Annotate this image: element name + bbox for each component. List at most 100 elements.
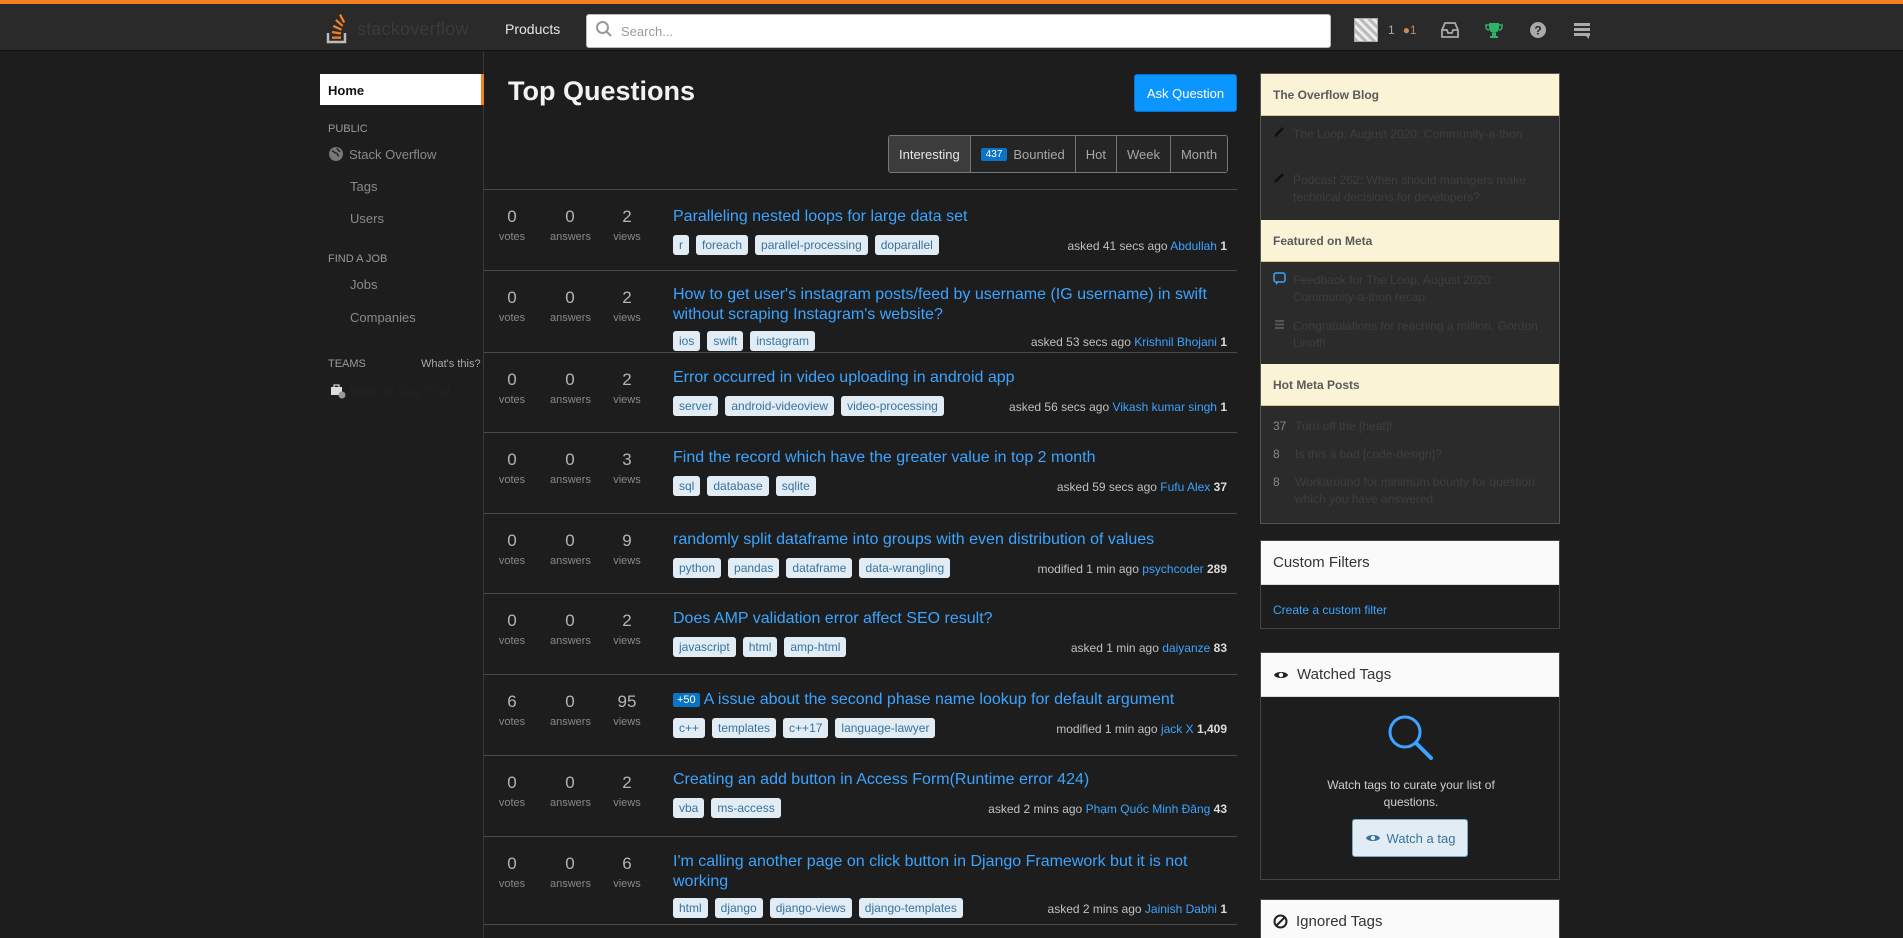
sidebar-item-tags[interactable]: Tags <box>350 179 377 194</box>
user-link[interactable]: Krishnil Bhojani <box>1134 335 1217 349</box>
question-title-link[interactable]: randomly split dataframe into groups wit… <box>673 530 1233 550</box>
user-link[interactable]: daiyanze <box>1162 641 1210 655</box>
answers-number: 0 <box>565 531 575 550</box>
question-tag[interactable]: r <box>673 235 689 255</box>
question-tag[interactable]: doparallel <box>874 235 939 255</box>
activity-time: asked 56 secs ago <box>1009 400 1110 414</box>
question-title-link[interactable]: +50 A issue about the second phase name l… <box>673 690 1233 710</box>
views-label: views <box>613 797 641 809</box>
user-link[interactable]: Fufu Alex <box>1160 480 1210 494</box>
help-icon[interactable]: ? <box>1527 19 1549 41</box>
meta-post-title: Congratulations for reaching a million, … <box>1293 319 1538 350</box>
views-label: views <box>613 878 641 890</box>
watch-a-tag-button[interactable]: Watch a tag <box>1352 819 1468 857</box>
user-link[interactable]: Jainish Dabhi <box>1145 902 1217 916</box>
question-tag[interactable]: ios <box>673 331 701 351</box>
sidebar-item-stack-overflow[interactable]: Stack Overflow <box>328 146 436 162</box>
question-tag[interactable]: html <box>742 637 778 657</box>
question-tag[interactable]: database <box>707 476 769 496</box>
question-tag[interactable]: parallel-processing <box>755 235 868 255</box>
question-tag[interactable]: django-templates <box>858 898 963 918</box>
create-custom-filter-link[interactable]: Create a custom filter <box>1273 603 1387 617</box>
question-tags: vba ms-access <box>673 798 781 818</box>
sidebar-item-companies[interactable]: Companies <box>350 310 416 325</box>
question-title-link[interactable]: Does AMP validation error affect SEO res… <box>673 609 1233 629</box>
site-logo[interactable]: stackoverflow <box>325 12 469 46</box>
question-tag[interactable]: templates <box>712 718 777 738</box>
sidebar-item-jobs[interactable]: Jobs <box>350 277 377 292</box>
hot-meta-post-link[interactable]: 8 Is this a bad [code-design]? <box>1273 446 1553 463</box>
tab-month[interactable]: Month <box>1169 136 1228 172</box>
question-tag[interactable]: django-views <box>769 898 852 918</box>
views-count: 3 views <box>607 450 647 486</box>
question-tag[interactable]: foreach <box>696 235 749 255</box>
votes-number: 0 <box>507 773 517 792</box>
question-tag[interactable]: language-lawyer <box>835 718 936 738</box>
question-tag[interactable]: vba <box>673 798 705 818</box>
question-tag[interactable]: data-wrangling <box>859 558 951 578</box>
user-link[interactable]: psychcoder <box>1142 562 1203 576</box>
question-tag[interactable]: sqlite <box>775 476 816 496</box>
blog-post-link[interactable]: Podcast 262: When should managers make t… <box>1273 172 1553 206</box>
sidebar-item-users[interactable]: Users <box>350 211 384 226</box>
answers-label: answers <box>550 231 591 243</box>
question-title-link[interactable]: Error occurred in video uploading in and… <box>673 368 1233 388</box>
whats-this-link[interactable]: What's this? <box>421 358 481 370</box>
question-tag[interactable]: server <box>673 396 719 416</box>
views-number: 2 <box>622 288 632 307</box>
question-tag[interactable]: dataframe <box>786 558 853 578</box>
question-tag[interactable]: c++ <box>673 718 706 738</box>
question-title-link[interactable]: Creating an add button in Access Form(Ru… <box>673 770 1233 790</box>
question-title-link[interactable]: I'm calling another page on click button… <box>673 852 1233 892</box>
inbox-icon[interactable] <box>1439 19 1461 41</box>
activity-time: asked 1 min ago <box>1070 641 1159 655</box>
question-tag[interactable]: javascript <box>673 637 736 657</box>
meta-post-link[interactable]: Congratulations for reaching a million, … <box>1273 318 1553 352</box>
question-title-text: Error occurred in video uploading in and… <box>673 369 1015 386</box>
question-tag[interactable]: swift <box>707 331 744 351</box>
search-icon <box>595 20 613 43</box>
question-tag[interactable]: video-processing <box>841 396 944 416</box>
hot-meta-post-link[interactable]: 8 Workaround for minimum bounty for ques… <box>1273 474 1553 508</box>
question-tag[interactable]: c++17 <box>783 718 829 738</box>
user-link[interactable]: Phạm Quốc Minh Đăng <box>1086 802 1211 816</box>
question-tag[interactable]: sql <box>673 476 701 496</box>
question-tag[interactable]: django <box>714 898 763 918</box>
tab-hot[interactable]: Hot <box>1074 136 1116 172</box>
question-tag[interactable]: pandas <box>728 558 780 578</box>
user-avatar[interactable] <box>1354 18 1378 42</box>
question-tag[interactable]: android-videoview <box>725 396 835 416</box>
question-title-link[interactable]: Find the record which have the greater v… <box>673 448 1233 468</box>
user-link[interactable]: Abdullah <box>1170 239 1217 253</box>
sidebar-item-free-trial[interactable]: Free 30 Day Trial <box>330 383 450 399</box>
site-switcher-icon[interactable] <box>1571 19 1593 41</box>
question-tag[interactable]: html <box>673 898 708 918</box>
question-title-link[interactable]: Paralleling nested loops for large data … <box>673 207 1233 227</box>
votes-number: 0 <box>507 854 517 873</box>
tab-week[interactable]: Week <box>1115 136 1170 172</box>
question-tag[interactable]: ms-access <box>711 798 781 818</box>
search-bar[interactable] <box>586 14 1331 48</box>
views-count: 6 views <box>607 854 647 890</box>
achievements-trophy-icon[interactable] <box>1483 19 1505 41</box>
question-tag[interactable]: instagram <box>750 331 816 351</box>
search-input[interactable] <box>621 23 1301 39</box>
ask-question-button[interactable]: Ask Question <box>1134 74 1237 112</box>
tab-bountied[interactable]: 437 Bountied <box>969 136 1075 172</box>
tab-interesting[interactable]: Interesting <box>889 136 970 172</box>
user-link[interactable]: jack X <box>1161 722 1194 736</box>
watched-tags-heading: Watched Tags <box>1261 653 1559 697</box>
products-menu[interactable]: Products <box>505 21 560 37</box>
hot-meta-post-link[interactable]: 37 Turn off the [heat]! <box>1273 418 1553 435</box>
sidebar-item-home[interactable]: Home <box>320 74 484 105</box>
question-tag[interactable]: amp-html <box>784 637 847 657</box>
question-title-link[interactable]: How to get user's instagram posts/feed b… <box>673 285 1233 325</box>
eye-icon <box>1365 832 1381 844</box>
user-link[interactable]: Vikash kumar singh <box>1112 400 1217 414</box>
views-label: views <box>613 716 641 728</box>
hot-post-title: Turn off the [heat]! <box>1295 419 1393 433</box>
meta-post-link[interactable]: Feedback for The Loop, August 2020: Comm… <box>1273 272 1553 306</box>
question-tag[interactable]: python <box>673 558 722 578</box>
blog-post-link[interactable]: The Loop, August 2020: Community-a-thon <box>1273 126 1553 143</box>
question-tags: ios swift instagram <box>673 331 816 351</box>
